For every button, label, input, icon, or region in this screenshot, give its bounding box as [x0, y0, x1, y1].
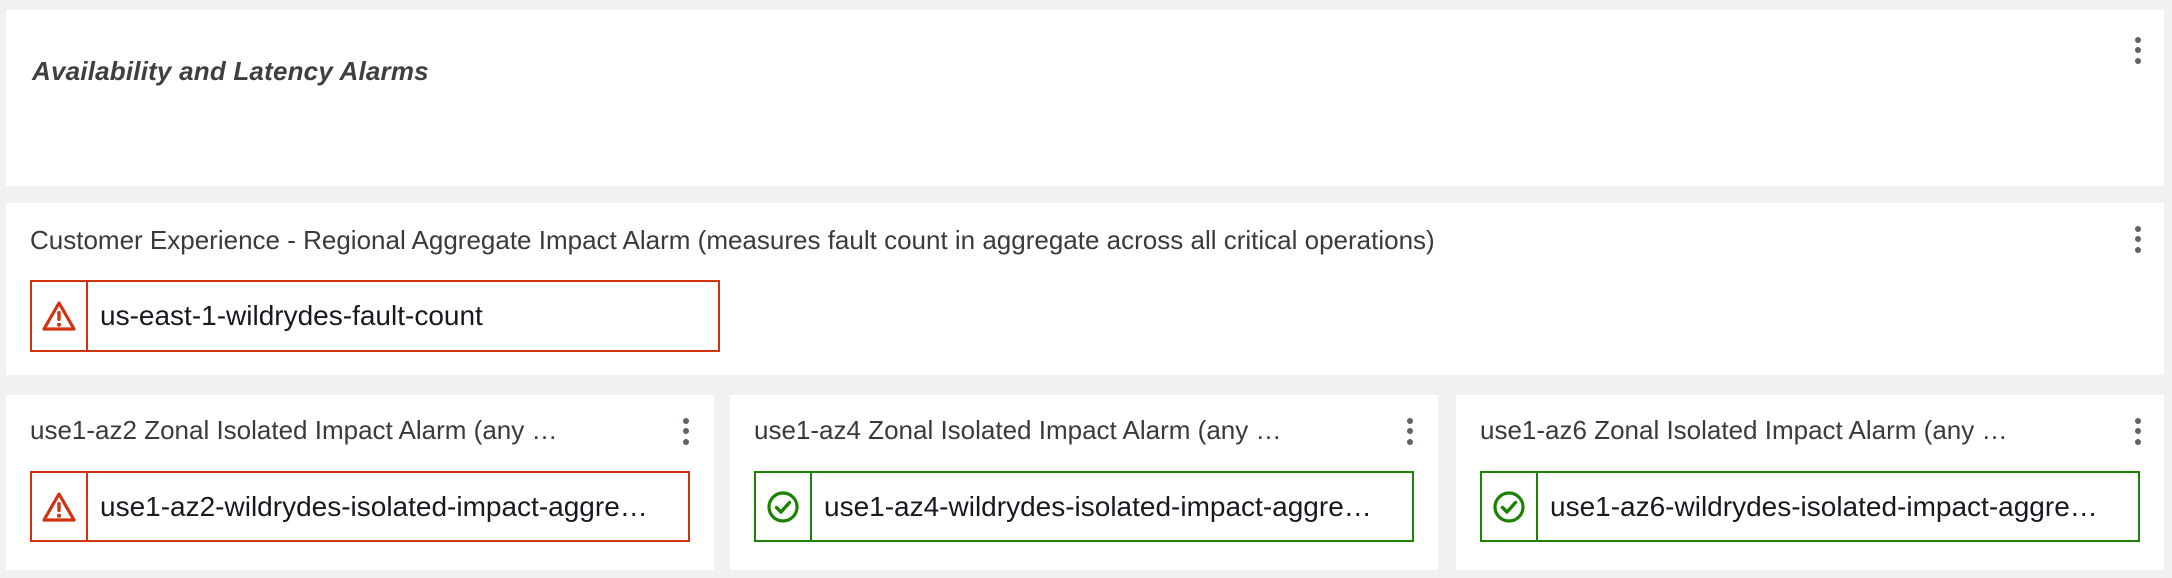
zonal-alarm-name-az2: use1-az2-wildrydes-isolated-impact-aggre…	[100, 490, 648, 522]
zonal-alarm-panel-az2: use1-az2 Zonal Isolated Impact Alarm (an…	[6, 395, 714, 570]
check-circle-icon	[756, 473, 812, 540]
regional-alarm-status[interactable]: us-east-1-wildrydes-fault-count	[30, 280, 720, 352]
zonal-alarm-status-az2[interactable]: use1-az2-wildrydes-isolated-impact-aggre…	[30, 471, 690, 542]
zonal-alarm-name-az6: use1-az6-wildrydes-isolated-impact-aggre…	[1550, 490, 2098, 522]
check-circle-icon	[1482, 473, 1538, 540]
section-title: Availability and Latency Alarms	[32, 56, 429, 86]
zonal-alarm-title-az2: use1-az2 Zonal Isolated Impact Alarm (an…	[30, 415, 558, 445]
zonal-alarm-status-az4[interactable]: use1-az4-wildrydes-isolated-impact-aggre…	[754, 471, 1414, 542]
zonal-alarm-panel-az4: use1-az4 Zonal Isolated Impact Alarm (an…	[730, 395, 1438, 570]
warning-triangle-icon	[32, 473, 88, 540]
zonal-alarm-title-az4: use1-az4 Zonal Isolated Impact Alarm (an…	[754, 415, 1282, 445]
zonal-alarm-panel-az6: use1-az6 Zonal Isolated Impact Alarm (an…	[1456, 395, 2164, 570]
warning-triangle-icon	[32, 282, 88, 350]
regional-alarm-title: Customer Experience - Regional Aggregate…	[30, 225, 1435, 255]
zonal-alarm-title-az6: use1-az6 Zonal Isolated Impact Alarm (an…	[1480, 415, 2008, 445]
regional-alarm-panel: Customer Experience - Regional Aggregate…	[6, 203, 2164, 375]
regional-panel-menu-icon[interactable]	[2126, 219, 2150, 259]
zonal-panel-menu-icon-az2[interactable]	[674, 411, 698, 451]
regional-alarm-name: us-east-1-wildrydes-fault-count	[100, 300, 483, 331]
zonal-panel-menu-icon-az6[interactable]	[2126, 411, 2150, 451]
header-panel-menu-icon[interactable]	[2126, 30, 2150, 70]
zonal-panel-menu-icon-az4[interactable]	[1398, 411, 1422, 451]
header-panel: Availability and Latency Alarms	[6, 10, 2164, 186]
zonal-alarm-status-az6[interactable]: use1-az6-wildrydes-isolated-impact-aggre…	[1480, 471, 2140, 542]
zonal-alarm-name-az4: use1-az4-wildrydes-isolated-impact-aggre…	[824, 490, 1372, 522]
